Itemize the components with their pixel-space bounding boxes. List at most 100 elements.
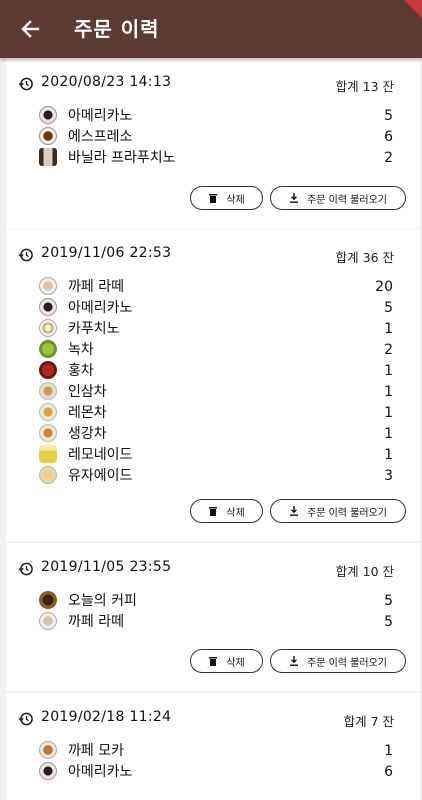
page-title: 주문 이력 bbox=[74, 17, 160, 41]
latte-icon bbox=[39, 277, 57, 295]
delete-button[interactable]: 삭제 bbox=[190, 499, 263, 523]
app-bar: 주문 이력 bbox=[0, 0, 422, 58]
order-datetime: 2020/08/23 14:13 bbox=[41, 74, 172, 90]
list-item: 오늘의 커피 5 bbox=[6, 591, 420, 611]
espresso-icon bbox=[39, 127, 57, 145]
delete-button[interactable]: 삭제 bbox=[190, 186, 263, 210]
item-qty: 2 bbox=[384, 342, 393, 358]
list-item: 까페 모카 1 bbox=[6, 741, 420, 761]
load-order-button[interactable]: 주문 이력 불러오기 bbox=[270, 186, 406, 210]
list-item: 인삼차 1 bbox=[6, 382, 420, 402]
trash-icon bbox=[209, 194, 218, 203]
item-qty: 2 bbox=[384, 150, 393, 166]
list-item: 까페 라떼 5 bbox=[6, 612, 420, 632]
load-order-button-label: 주문 이력 불러오기 bbox=[307, 657, 387, 669]
list-item: 에스프레소 6 bbox=[6, 127, 420, 147]
item-name: 인삼차 bbox=[68, 384, 107, 400]
item-name: 까페 모카 bbox=[68, 743, 124, 759]
list-item: 아메리카노 6 bbox=[6, 762, 420, 782]
lemon-tea-icon bbox=[39, 403, 57, 421]
order-card: 2019/11/06 22:53 합계 36 잔 까페 라떼 20 아메리카노 … bbox=[6, 229, 420, 541]
history-icon bbox=[18, 712, 33, 726]
item-qty: 5 bbox=[384, 593, 393, 609]
list-item: 까페 라떼 20 bbox=[6, 277, 420, 297]
list-item: 유자에이드 3 bbox=[6, 466, 420, 486]
item-qty: 1 bbox=[384, 405, 393, 421]
item-name: 까페 라떼 bbox=[68, 614, 124, 630]
trash-icon bbox=[209, 507, 218, 516]
item-qty: 5 bbox=[384, 108, 393, 124]
load-order-button-label: 주문 이력 불러오기 bbox=[307, 194, 387, 206]
item-name: 아메리카노 bbox=[68, 300, 133, 316]
trash-icon bbox=[209, 657, 218, 666]
order-total: 합계 13 잔 bbox=[335, 79, 394, 94]
ginger-tea-icon bbox=[39, 424, 57, 442]
order-card: 2019/11/05 23:55 합계 10 잔 오늘의 커피 5 까페 라떼 … bbox=[6, 543, 420, 691]
item-qty: 1 bbox=[384, 447, 393, 463]
black-tea-icon bbox=[39, 361, 57, 379]
item-name: 바닐라 프라푸치노 bbox=[68, 150, 176, 166]
item-name: 생강차 bbox=[68, 426, 107, 442]
arrow-left-icon bbox=[21, 20, 40, 38]
green-tea-icon bbox=[39, 340, 57, 358]
delete-button[interactable]: 삭제 bbox=[190, 649, 263, 673]
item-name: 레몬차 bbox=[68, 405, 107, 421]
item-qty: 5 bbox=[384, 614, 393, 630]
mocha-icon bbox=[39, 741, 57, 759]
delete-button-label: 삭제 bbox=[226, 507, 245, 519]
download-icon bbox=[290, 656, 299, 666]
list-item: 생강차 1 bbox=[6, 424, 420, 444]
item-name: 레모네이드 bbox=[68, 447, 133, 463]
list-item: 홍차 1 bbox=[6, 361, 420, 381]
item-qty: 3 bbox=[384, 468, 393, 484]
item-name: 아메리카노 bbox=[68, 764, 133, 780]
back-button[interactable] bbox=[16, 15, 44, 43]
item-qty: 1 bbox=[384, 384, 393, 400]
item-qty: 5 bbox=[384, 300, 393, 316]
list-item: 레모네이드 1 bbox=[6, 445, 420, 465]
list-item: 아메리카노 5 bbox=[6, 106, 420, 126]
order-total: 합계 36 잔 bbox=[335, 250, 394, 265]
americano-icon bbox=[39, 762, 57, 780]
item-name: 유자에이드 bbox=[68, 468, 133, 484]
history-icon bbox=[18, 248, 33, 262]
item-name: 아메리카노 bbox=[68, 108, 133, 124]
item-qty: 1 bbox=[384, 321, 393, 337]
ginseng-tea-icon bbox=[39, 382, 57, 400]
list-item: 카푸치노 1 bbox=[6, 319, 420, 339]
latte-icon bbox=[39, 612, 57, 630]
download-icon bbox=[290, 193, 299, 203]
item-qty: 1 bbox=[384, 363, 393, 379]
item-name: 홍차 bbox=[68, 363, 94, 379]
daily-coffee-icon bbox=[39, 591, 57, 609]
cappuccino-icon bbox=[39, 319, 57, 337]
item-name: 녹차 bbox=[68, 342, 94, 358]
order-total: 합계 10 잔 bbox=[335, 564, 394, 579]
load-order-button-label: 주문 이력 불러오기 bbox=[307, 507, 387, 519]
download-icon bbox=[290, 506, 299, 516]
yuja-ade-icon bbox=[39, 466, 57, 484]
order-card: 2019/02/18 11:24 합계 7 잔 까페 모카 1 아메리카노 6 bbox=[6, 693, 420, 800]
order-datetime: 2019/11/06 22:53 bbox=[41, 245, 172, 261]
item-name: 카푸치노 bbox=[68, 321, 120, 337]
americano-icon bbox=[39, 298, 57, 316]
debug-banner bbox=[404, 0, 422, 18]
item-qty: 6 bbox=[384, 129, 393, 145]
frappuccino-icon bbox=[39, 148, 57, 166]
lemonade-icon bbox=[39, 445, 57, 463]
item-name: 오늘의 커피 bbox=[68, 593, 137, 609]
order-datetime: 2019/11/05 23:55 bbox=[41, 559, 172, 575]
delete-button-label: 삭제 bbox=[226, 194, 245, 206]
order-datetime: 2019/02/18 11:24 bbox=[41, 709, 172, 725]
history-icon bbox=[18, 77, 33, 91]
list-item: 녹차 2 bbox=[6, 340, 420, 360]
load-order-button[interactable]: 주문 이력 불러오기 bbox=[270, 649, 406, 673]
list-item: 아메리카노 5 bbox=[6, 298, 420, 318]
load-order-button[interactable]: 주문 이력 불러오기 bbox=[270, 499, 406, 523]
list-item: 바닐라 프라푸치노 2 bbox=[6, 148, 420, 168]
item-name: 에스프레소 bbox=[68, 129, 133, 145]
item-qty: 20 bbox=[375, 279, 393, 295]
americano-icon bbox=[39, 106, 57, 124]
order-card: 2020/08/23 14:13 합계 13 잔 아메리카노 5 에스프레소 6… bbox=[6, 58, 420, 228]
delete-button-label: 삭제 bbox=[226, 657, 245, 669]
